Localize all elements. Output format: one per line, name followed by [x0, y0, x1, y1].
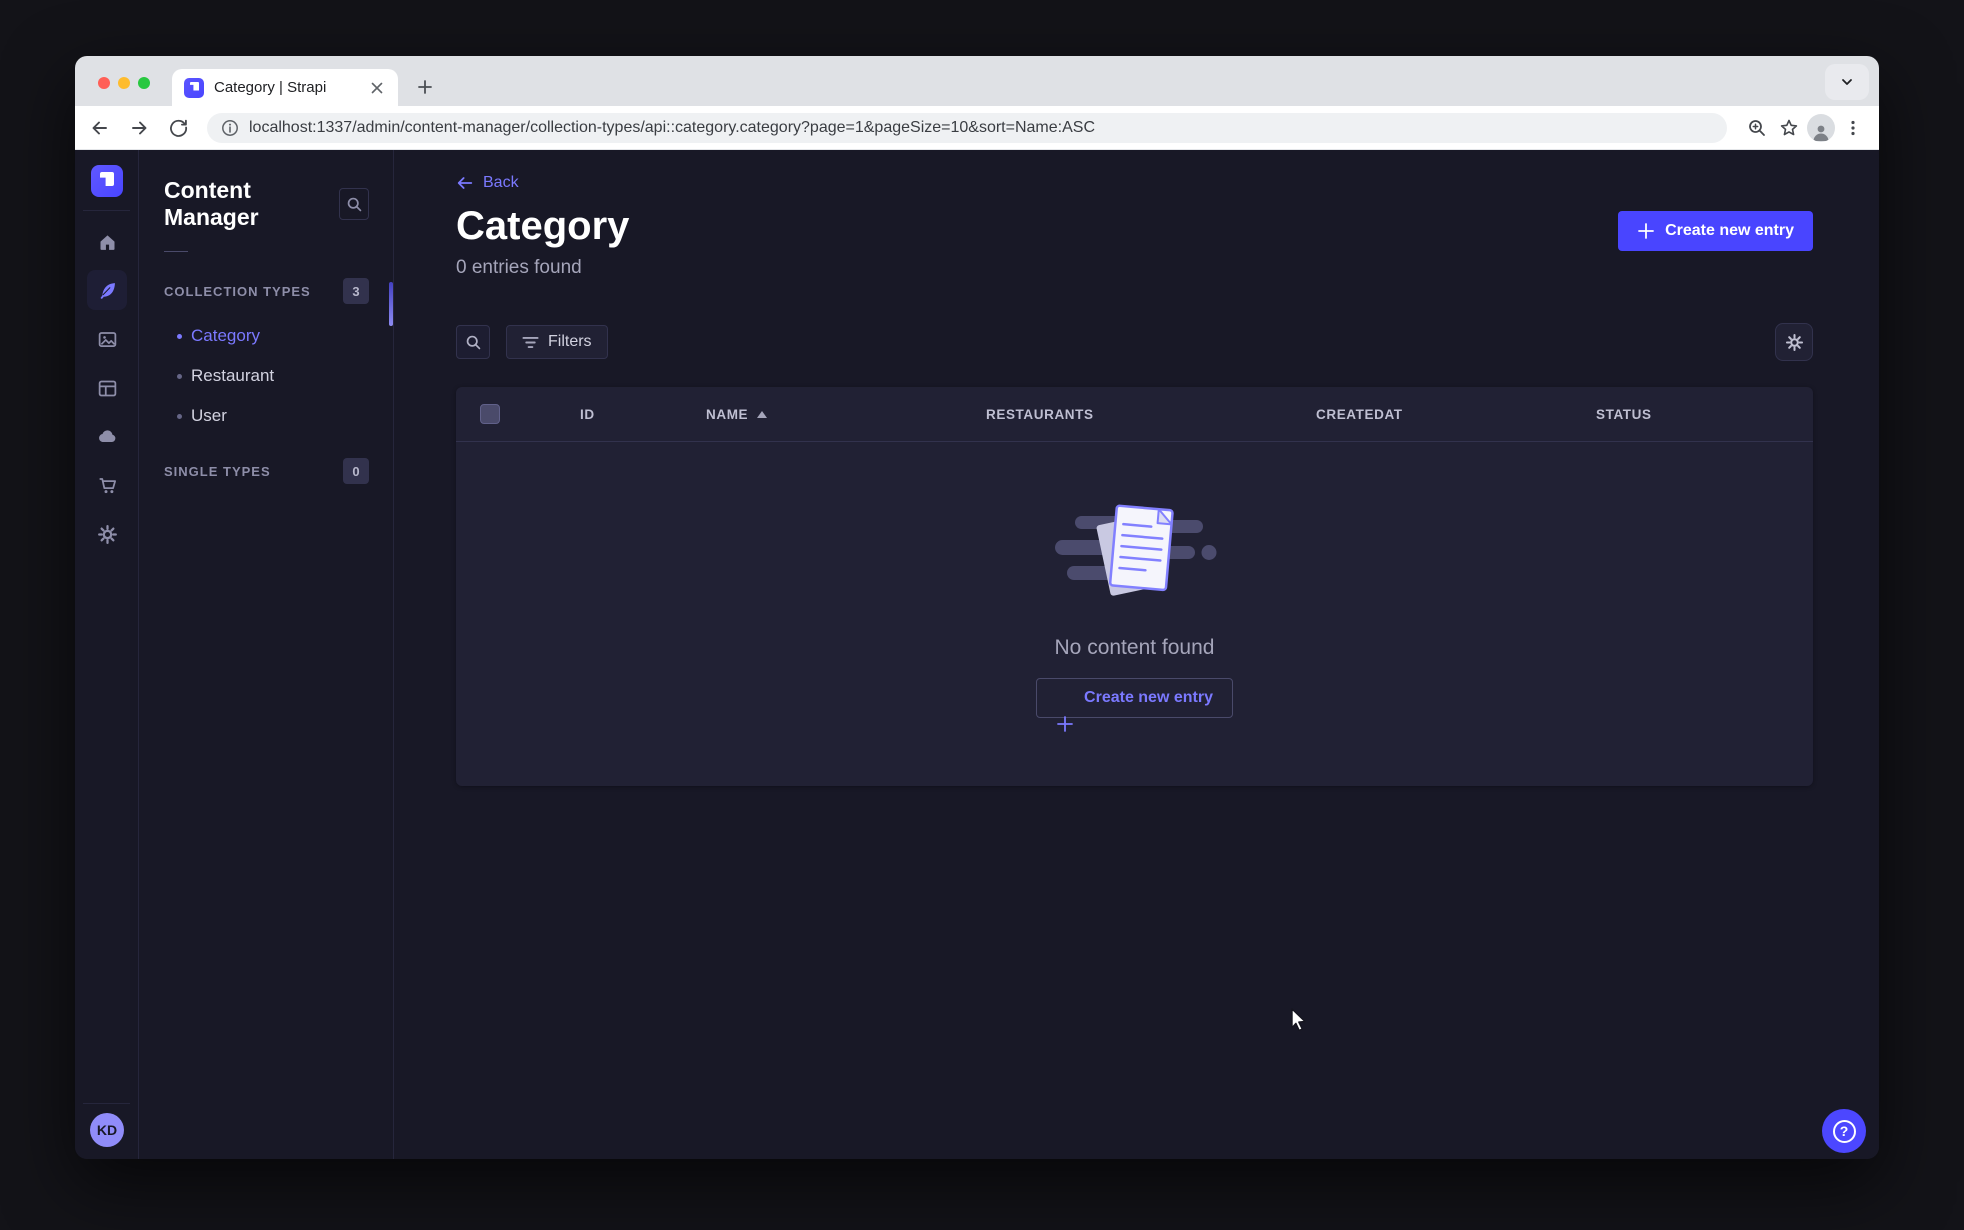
filters-button[interactable]: Filters — [506, 325, 608, 359]
strapi-logo[interactable] — [91, 165, 123, 197]
subnav-item-user[interactable]: User — [139, 396, 393, 436]
main-panel: Back Category 0 entries found Create new… — [394, 150, 1879, 1159]
sidebar-item-media-library[interactable] — [87, 319, 127, 359]
column-header-id[interactable]: ID — [580, 407, 706, 422]
sidebar-divider — [83, 1103, 130, 1104]
subnav-divider — [164, 251, 188, 252]
select-all-checkbox[interactable] — [480, 404, 500, 424]
list-search-button[interactable] — [456, 325, 490, 359]
media-library-icon — [98, 331, 116, 347]
create-new-entry-button[interactable]: Create new entry — [1618, 211, 1813, 251]
sidebar-item-settings[interactable] — [87, 514, 127, 554]
bullet-icon — [177, 413, 182, 419]
cloud-icon — [99, 430, 116, 442]
feather-pen-icon — [100, 282, 115, 299]
plus-icon — [1057, 716, 1073, 732]
close-window-button[interactable] — [98, 77, 110, 89]
gear-icon — [1785, 333, 1803, 351]
page-title: Category — [456, 204, 630, 248]
strapi-admin-page: KD Content Manager COLLECTION TYPES 3 Ca… — [75, 150, 1879, 1159]
zoom-icon[interactable] — [1741, 112, 1773, 144]
sidebar-item-marketplace[interactable] — [87, 465, 127, 505]
url-bar[interactable]: localhost:1337/admin/content-manager/col… — [207, 112, 1727, 143]
empty-state-message: No content found — [1054, 636, 1215, 659]
subnav-item-category[interactable]: Category — [139, 316, 393, 356]
page-info-icon[interactable] — [221, 119, 239, 137]
sidebar-item-content-manager[interactable] — [87, 270, 127, 310]
maximize-window-button[interactable] — [138, 77, 150, 89]
forward-nav-icon[interactable] — [122, 111, 156, 145]
url-text: localhost:1337/admin/content-manager/col… — [249, 118, 1095, 136]
subnav-item-restaurant[interactable]: Restaurant — [139, 356, 393, 396]
single-types-label: SINGLE TYPES — [164, 463, 271, 479]
table-header-row: ID NAME RESTAURANTS CREATEDAT STATUS — [456, 387, 1813, 441]
browser-toolbar: localhost:1337/admin/content-manager/col… — [75, 106, 1879, 150]
main-sidebar: KD — [75, 150, 139, 1159]
content-manager-subnav: Content Manager COLLECTION TYPES 3 Categ… — [139, 150, 394, 1159]
back-link[interactable]: Back — [456, 174, 519, 192]
search-icon — [466, 335, 480, 349]
sidebar-item-home[interactable] — [87, 222, 127, 262]
search-icon — [347, 197, 361, 211]
tab-title: Category | Strapi — [214, 79, 327, 96]
layout-icon — [98, 380, 116, 396]
filter-icon — [522, 336, 539, 348]
browser-menu-icon[interactable] — [1837, 112, 1869, 144]
column-header-status[interactable]: STATUS — [1596, 407, 1813, 422]
tab-search-chevron-icon[interactable] — [1825, 64, 1869, 100]
browser-tabstrip: Category | Strapi — [75, 56, 1879, 106]
tab-close-icon[interactable] — [368, 79, 386, 97]
column-header-createdat[interactable]: CREATEDAT — [1316, 407, 1596, 422]
collection-types-label: COLLECTION TYPES — [164, 283, 311, 299]
bullet-icon — [177, 333, 182, 339]
empty-state: No content found Create new entry — [456, 442, 1813, 732]
subnav-search-button[interactable] — [339, 188, 369, 220]
strapi-favicon — [184, 77, 204, 98]
sidebar-divider — [83, 210, 130, 211]
gear-icon — [97, 524, 117, 544]
bookmark-star-icon[interactable] — [1773, 112, 1805, 144]
sort-ascending-icon — [757, 410, 768, 418]
column-header-restaurants[interactable]: RESTAURANTS — [986, 407, 1316, 422]
empty-create-new-entry-button[interactable]: Create new entry — [1036, 678, 1233, 732]
view-settings-button[interactable] — [1775, 323, 1813, 361]
minimize-window-button[interactable] — [118, 77, 130, 89]
single-types-count-badge: 0 — [343, 458, 369, 484]
sidebar-item-content-type-builder[interactable] — [87, 368, 127, 408]
back-nav-icon[interactable] — [83, 111, 117, 145]
question-mark-icon: ? — [1832, 1119, 1856, 1143]
back-arrow-icon — [457, 177, 473, 189]
browser-window: Category | Strapi localhost:1337/admin/c… — [75, 56, 1879, 1159]
plus-icon — [1638, 223, 1654, 239]
entries-table: ID NAME RESTAURANTS CREATEDAT STATUS No … — [456, 387, 1813, 786]
cart-icon — [99, 477, 116, 493]
column-header-name[interactable]: NAME — [706, 407, 986, 422]
home-icon — [100, 234, 114, 250]
profile-avatar-icon[interactable] — [1805, 112, 1837, 144]
entries-count: 0 entries found — [456, 257, 582, 278]
bullet-icon — [177, 373, 182, 379]
help-button[interactable]: ? — [1822, 1109, 1866, 1153]
browser-tab[interactable]: Category | Strapi — [172, 69, 398, 106]
user-avatar[interactable]: KD — [90, 1113, 124, 1147]
no-content-illustration — [1054, 504, 1216, 596]
reload-icon[interactable] — [161, 111, 195, 145]
sidebar-item-cloud[interactable] — [87, 416, 127, 456]
active-item-indicator — [389, 282, 393, 326]
subnav-title: Content Manager — [164, 177, 259, 230]
collection-types-count-badge: 3 — [343, 278, 369, 304]
new-tab-button[interactable] — [409, 71, 441, 103]
